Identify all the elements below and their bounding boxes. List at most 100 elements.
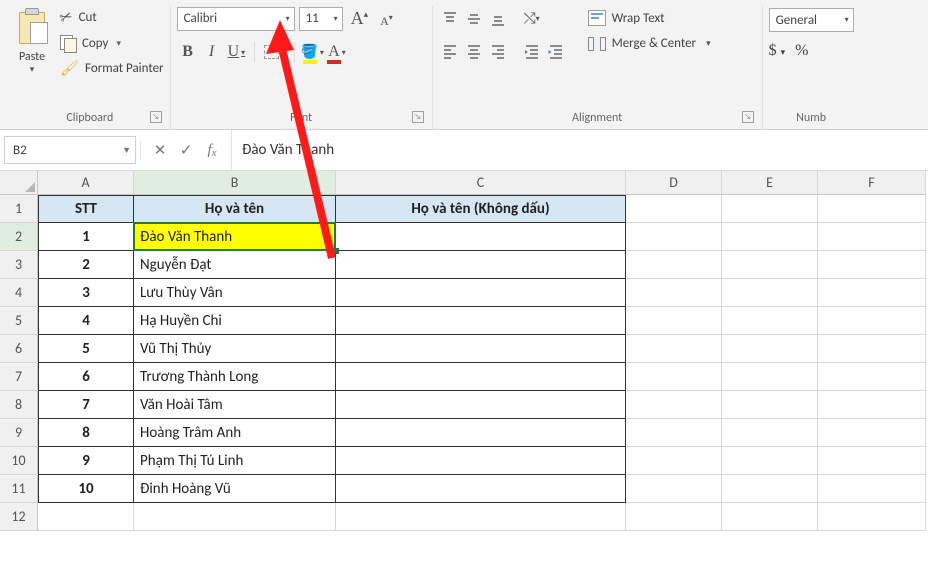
cell-D5[interactable]: [626, 307, 722, 335]
cell-A10[interactable]: 9: [38, 447, 134, 475]
cell-B11[interactable]: Đinh Hoàng Vũ: [134, 475, 336, 503]
wrap-text-button[interactable]: Wrap Text: [588, 10, 711, 26]
cell-A4[interactable]: 3: [38, 279, 134, 307]
cell-D8[interactable]: [626, 391, 722, 419]
cell-B10[interactable]: Phạm Thị Tú Linh: [134, 447, 336, 475]
decrease-font-button[interactable]: A▾: [376, 11, 397, 31]
cell-C7[interactable]: [336, 363, 626, 391]
cell-A11[interactable]: 10: [38, 475, 134, 503]
select-all-corner[interactable]: [0, 171, 38, 195]
alignment-dialog-launcher[interactable]: ↘: [742, 111, 754, 123]
cell-B8[interactable]: Văn Hoài Tâm: [134, 391, 336, 419]
cell-C12[interactable]: [336, 503, 626, 531]
cell-B6[interactable]: Vũ Thị Thủy: [134, 335, 336, 363]
fill-color-button[interactable]: 🪣: [301, 41, 323, 63]
cell-D10[interactable]: [626, 447, 722, 475]
cell-B9[interactable]: Hoàng Trâm Anh: [134, 419, 336, 447]
cell-E10[interactable]: [722, 447, 818, 475]
cells-area[interactable]: STTHọ và tênHọ và tên (Không dấu)1Đào Vă…: [38, 195, 926, 531]
orientation-button[interactable]: ⤭▾: [521, 8, 543, 30]
column-header-C[interactable]: C: [336, 171, 626, 195]
cell-B2[interactable]: Đào Văn Thanh: [134, 223, 336, 251]
cell-F12[interactable]: [818, 503, 926, 531]
cell-B1[interactable]: Họ và tên: [134, 195, 336, 223]
cell-C9[interactable]: [336, 419, 626, 447]
cell-C3[interactable]: [336, 251, 626, 279]
align-center-button[interactable]: [463, 40, 485, 62]
align-bottom-button[interactable]: [487, 8, 509, 30]
cell-A9[interactable]: 8: [38, 419, 134, 447]
cell-C10[interactable]: [336, 447, 626, 475]
insert-function-button[interactable]: fx: [199, 142, 225, 159]
cell-E6[interactable]: [722, 335, 818, 363]
bold-button[interactable]: B: [177, 41, 199, 63]
cell-D7[interactable]: [626, 363, 722, 391]
row-header-1[interactable]: 1: [0, 195, 38, 223]
cell-C11[interactable]: [336, 475, 626, 503]
cut-button[interactable]: ✂ Cut: [60, 8, 164, 27]
cell-A12[interactable]: [38, 503, 134, 531]
cell-C6[interactable]: [336, 335, 626, 363]
cell-F1[interactable]: [818, 195, 926, 223]
cell-E12[interactable]: [722, 503, 818, 531]
align-left-button[interactable]: [439, 40, 461, 62]
cell-F7[interactable]: [818, 363, 926, 391]
cell-F2[interactable]: [818, 223, 926, 251]
clipboard-dialog-launcher[interactable]: ↘: [150, 111, 162, 123]
column-header-F[interactable]: F: [818, 171, 926, 195]
column-header-E[interactable]: E: [722, 171, 818, 195]
cell-F11[interactable]: [818, 475, 926, 503]
chevron-down-icon[interactable]: ▾: [706, 38, 711, 49]
cell-F4[interactable]: [818, 279, 926, 307]
column-header-B[interactable]: B: [134, 171, 336, 195]
cancel-edit-button[interactable]: ✕: [147, 141, 173, 160]
row-header-9[interactable]: 9: [0, 419, 38, 447]
cell-C4[interactable]: [336, 279, 626, 307]
name-box[interactable]: B2 ▼: [4, 136, 136, 164]
chevron-down-icon[interactable]: ▼: [122, 145, 131, 156]
align-right-button[interactable]: [487, 40, 509, 62]
cell-C2[interactable]: [336, 223, 626, 251]
cell-A8[interactable]: 7: [38, 391, 134, 419]
number-format-combo[interactable]: General ▾: [769, 8, 854, 32]
paste-button[interactable]: Paste ▾: [16, 6, 54, 75]
cell-E11[interactable]: [722, 475, 818, 503]
underline-button[interactable]: U: [225, 41, 249, 63]
cell-E9[interactable]: [722, 419, 818, 447]
cell-B5[interactable]: Hạ Huyền Chi: [134, 307, 336, 335]
formula-bar[interactable]: Đào Văn Thanh: [231, 130, 928, 170]
cell-A1[interactable]: STT: [38, 195, 134, 223]
cell-D12[interactable]: [626, 503, 722, 531]
row-header-5[interactable]: 5: [0, 307, 38, 335]
align-middle-button[interactable]: [463, 8, 485, 30]
cell-D2[interactable]: [626, 223, 722, 251]
fill-handle[interactable]: [333, 248, 339, 254]
cell-F9[interactable]: [818, 419, 926, 447]
cell-E7[interactable]: [722, 363, 818, 391]
cell-E1[interactable]: [722, 195, 818, 223]
row-header-8[interactable]: 8: [0, 391, 38, 419]
cell-A7[interactable]: 6: [38, 363, 134, 391]
cell-B12[interactable]: [134, 503, 336, 531]
row-header-11[interactable]: 11: [0, 475, 38, 503]
cell-A6[interactable]: 5: [38, 335, 134, 363]
currency-button[interactable]: $ ▾: [769, 42, 786, 60]
cell-E8[interactable]: [722, 391, 818, 419]
cell-D11[interactable]: [626, 475, 722, 503]
cell-E5[interactable]: [722, 307, 818, 335]
row-header-4[interactable]: 4: [0, 279, 38, 307]
row-header-3[interactable]: 3: [0, 251, 38, 279]
cell-D1[interactable]: [626, 195, 722, 223]
cell-C8[interactable]: [336, 391, 626, 419]
row-header-12[interactable]: 12: [0, 503, 38, 531]
font-size-combo[interactable]: 11 ▾: [299, 7, 343, 31]
cell-A3[interactable]: 2: [38, 251, 134, 279]
align-top-button[interactable]: [439, 8, 461, 30]
column-header-D[interactable]: D: [626, 171, 722, 195]
font-dialog-launcher[interactable]: ↘: [412, 111, 424, 123]
confirm-edit-button[interactable]: ✓: [173, 141, 199, 160]
cell-B3[interactable]: Nguyễn Đạt: [134, 251, 336, 279]
cell-A5[interactable]: 4: [38, 307, 134, 335]
cell-B7[interactable]: Trương Thành Long: [134, 363, 336, 391]
copy-button[interactable]: Copy ▾: [60, 35, 164, 51]
